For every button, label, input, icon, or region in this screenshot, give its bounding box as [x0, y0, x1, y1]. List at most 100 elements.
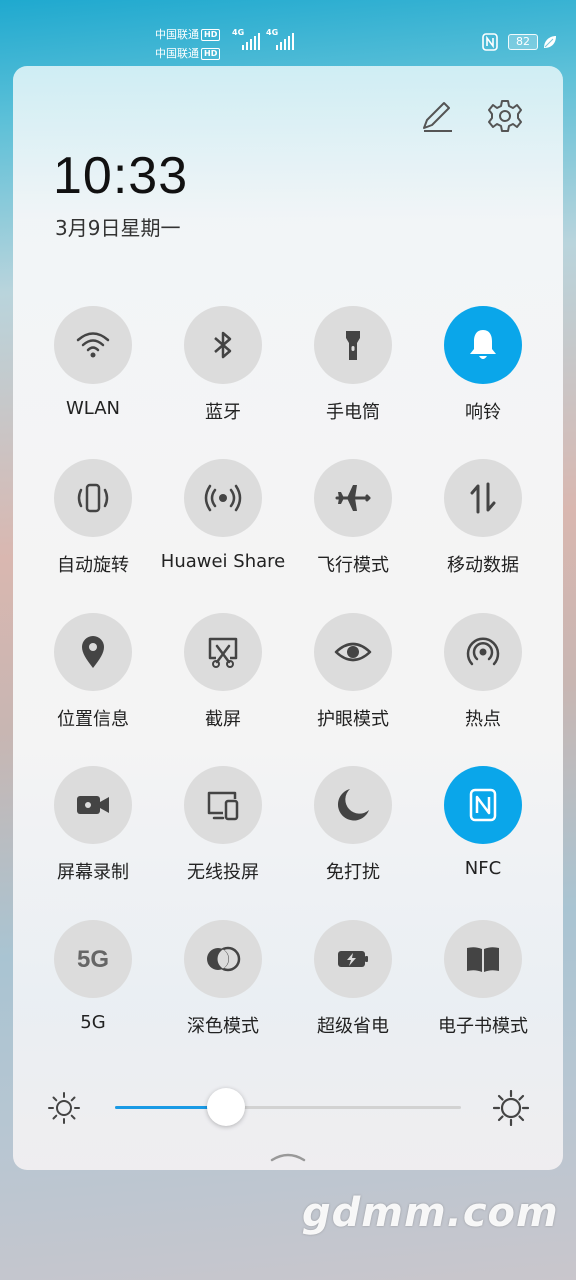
tile-button[interactable] — [314, 920, 392, 998]
tile-super-power-saving[interactable]: 超级省电 — [288, 920, 418, 1060]
tile-button[interactable] — [314, 306, 392, 384]
tile-button[interactable]: 5G — [54, 920, 132, 998]
tile-ebook-mode[interactable]: 电子书模式 — [418, 920, 548, 1060]
tile-button[interactable] — [184, 920, 262, 998]
nfc-icon — [482, 33, 498, 51]
tile-airplane-mode[interactable]: 飞行模式 — [288, 459, 418, 599]
tile-button[interactable] — [444, 306, 522, 384]
tile-mobile-data[interactable]: 移动数据 — [418, 459, 548, 599]
tile-screen-recorder[interactable]: 屏幕录制 — [28, 766, 158, 906]
airplane-icon — [335, 485, 371, 511]
5g-icon-text: 5G — [77, 946, 109, 973]
tile-button[interactable] — [54, 459, 132, 537]
quick-settings-panel: 10:33 3月9日星期一 WLAN 蓝牙 手电筒 响铃 自动旋转 Huawei… — [13, 66, 563, 1170]
tile-button[interactable] — [444, 613, 522, 691]
nfc-icon — [469, 788, 497, 822]
tile-button[interactable] — [314, 613, 392, 691]
tile-wireless-projection[interactable]: 无线投屏 — [158, 766, 288, 906]
settings-icon[interactable] — [487, 98, 523, 134]
tile-label: 5G — [80, 1012, 106, 1033]
eye-icon — [334, 642, 372, 662]
status-bar: 中国联通 HD 中国联通 HD 4G 4G 82 — [0, 0, 576, 66]
tile-label: Huawei Share — [160, 551, 286, 572]
battery-icon: 82 — [508, 34, 538, 50]
signal-strength-icon: 4G — [266, 28, 294, 50]
tile-label: 超级省电 — [317, 1016, 389, 1037]
brightness-control — [13, 1086, 563, 1130]
tile-wlan[interactable]: WLAN — [28, 306, 158, 446]
tile-button[interactable] — [184, 459, 262, 537]
signal-strength-icon: 4G — [232, 28, 260, 50]
tile-label: WLAN — [65, 398, 121, 419]
brightness-slider[interactable] — [115, 1088, 461, 1126]
huawei-share-icon — [204, 484, 242, 512]
tile-label: 自动旋转 — [57, 555, 129, 576]
hd-badge: HD — [201, 47, 221, 60]
auto-rotate-icon — [77, 483, 109, 513]
tile-button[interactable] — [54, 306, 132, 384]
tile-label: 飞行模式 — [317, 555, 389, 576]
tile-label: 热点 — [465, 709, 501, 730]
tile-button[interactable] — [54, 766, 132, 844]
battery-level: 82 — [516, 35, 530, 48]
tile-eye-comfort[interactable]: 护眼模式 — [288, 613, 418, 753]
tile-button[interactable] — [444, 459, 522, 537]
tile-button[interactable] — [184, 766, 262, 844]
tile-bluetooth[interactable]: 蓝牙 — [158, 306, 288, 446]
tile-label: 电子书模式 — [438, 1016, 528, 1037]
carrier-row: 中国联通 HD — [155, 25, 221, 44]
bell-icon — [470, 330, 496, 359]
tile-flashlight[interactable]: 手电筒 — [288, 306, 418, 446]
wireless-projection-icon — [207, 791, 239, 821]
tile-dark-mode[interactable]: 深色模式 — [158, 920, 288, 1060]
screenshot-icon — [208, 637, 238, 668]
tile-button[interactable] — [184, 613, 262, 691]
wifi-icon — [76, 332, 110, 358]
tile-5g[interactable]: 5G 5G — [28, 920, 158, 1060]
tile-nfc[interactable]: NFC — [418, 766, 548, 906]
mobile-data-icon — [470, 482, 496, 514]
tile-huawei-share[interactable]: Huawei Share — [158, 459, 288, 599]
leaf-icon — [544, 36, 556, 48]
brightness-thumb[interactable] — [207, 1088, 245, 1126]
date: 3月9日星期一 — [55, 216, 181, 240]
tile-label: 移动数据 — [447, 555, 519, 576]
edit-icon[interactable] — [418, 98, 454, 134]
flashlight-icon — [346, 331, 360, 360]
tile-do-not-disturb[interactable]: 免打扰 — [288, 766, 418, 906]
tile-button[interactable] — [314, 459, 392, 537]
sun-small-icon — [48, 1092, 80, 1124]
tile-label: 免打扰 — [326, 862, 380, 883]
ebook-icon — [467, 947, 499, 972]
tile-label: 截屏 — [205, 709, 241, 730]
video-icon — [77, 796, 109, 814]
collapse-handle[interactable] — [270, 1150, 306, 1162]
tile-location[interactable]: 位置信息 — [28, 613, 158, 753]
hotspot-icon — [466, 637, 500, 666]
tile-label: 护眼模式 — [317, 709, 389, 730]
tile-button[interactable] — [54, 613, 132, 691]
tile-label: 无线投屏 — [187, 862, 259, 883]
tile-button[interactable] — [184, 306, 262, 384]
tile-button[interactable] — [444, 766, 522, 844]
bluetooth-icon — [214, 331, 232, 359]
carrier-list: 中国联通 HD 中国联通 HD — [155, 25, 221, 63]
tile-label: 蓝牙 — [205, 402, 241, 423]
tile-label: 响铃 — [465, 402, 501, 423]
signal-indicators: 4G 4G — [232, 28, 294, 50]
tile-button[interactable] — [444, 920, 522, 998]
tile-auto-rotate[interactable]: 自动旋转 — [28, 459, 158, 599]
5g-icon: 5G — [77, 946, 109, 973]
carrier-row: 中国联通 HD — [155, 44, 221, 63]
tile-hotspot[interactable]: 热点 — [418, 613, 548, 753]
tile-screenshot[interactable]: 截屏 — [158, 613, 288, 753]
sun-large-icon — [493, 1090, 529, 1126]
clock: 10:33 — [53, 147, 189, 205]
tile-ringer[interactable]: 响铃 — [418, 306, 548, 446]
tile-label: NFC — [464, 858, 502, 879]
dark-mode-icon — [207, 946, 241, 972]
watermark: gdmm.com — [302, 1190, 559, 1236]
battery-saver-icon — [338, 951, 368, 967]
tile-label: 深色模式 — [187, 1016, 259, 1037]
tile-button[interactable] — [314, 766, 392, 844]
